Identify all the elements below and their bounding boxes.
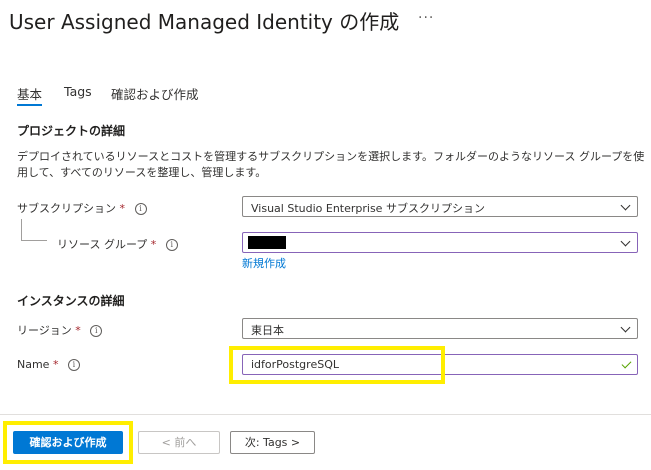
tree-connector-vertical bbox=[21, 219, 22, 240]
required-marker: * bbox=[119, 202, 126, 215]
checkmark-icon bbox=[621, 358, 632, 369]
resource-group-label: リソース グループ bbox=[57, 238, 148, 251]
project-description: デプロイされているリソースとコストを管理するサブスクリプションを選択します。フォ… bbox=[17, 150, 645, 179]
previous-button[interactable]: < 前へ bbox=[138, 431, 220, 454]
project-details-heading: プロジェクトの詳細 bbox=[17, 124, 126, 138]
required-marker: * bbox=[52, 358, 59, 371]
instance-details-heading: インスタンスの詳細 bbox=[17, 294, 125, 308]
active-tab-indicator bbox=[17, 104, 42, 106]
region-label-row: リージョン * i bbox=[17, 322, 103, 338]
redacted-value bbox=[248, 236, 286, 249]
chevron-down-icon bbox=[620, 236, 631, 247]
subscription-select[interactable]: Visual Studio Enterprise サブスクリプション bbox=[242, 196, 638, 217]
more-options-icon[interactable]: ··· bbox=[418, 10, 434, 26]
chevron-down-icon bbox=[620, 200, 631, 211]
highlight-box-review bbox=[3, 421, 133, 464]
region-label: リージョン bbox=[17, 324, 72, 337]
tab-basics[interactable]: 基本 bbox=[17, 84, 42, 103]
info-icon[interactable]: i bbox=[67, 359, 80, 371]
info-icon[interactable]: i bbox=[165, 239, 178, 251]
resource-group-label-row: リソース グループ * i bbox=[57, 236, 178, 252]
chevron-down-icon bbox=[620, 322, 631, 333]
footer-divider bbox=[0, 414, 651, 415]
tab-tags[interactable]: Tags bbox=[64, 84, 92, 99]
required-marker: * bbox=[150, 238, 157, 251]
region-value: 東日本 bbox=[251, 324, 284, 337]
tree-connector-horizontal bbox=[21, 240, 47, 241]
tab-review-create[interactable]: 確認および作成 bbox=[111, 84, 199, 103]
subscription-value: Visual Studio Enterprise サブスクリプション bbox=[251, 202, 485, 215]
name-label: Name bbox=[17, 358, 50, 371]
region-select[interactable]: 東日本 bbox=[242, 318, 638, 339]
info-icon[interactable]: i bbox=[90, 325, 103, 337]
create-new-resource-group-link[interactable]: 新規作成 bbox=[242, 255, 286, 271]
highlight-box-name bbox=[229, 346, 445, 384]
resource-group-select[interactable] bbox=[242, 232, 638, 253]
next-tags-button[interactable]: 次: Tags > bbox=[230, 431, 315, 454]
subscription-label: サブスクリプション bbox=[17, 202, 116, 215]
subscription-label-row: サブスクリプション * i bbox=[17, 200, 147, 216]
info-icon[interactable]: i bbox=[134, 203, 147, 215]
required-marker: * bbox=[75, 324, 81, 337]
page-title: User Assigned Managed Identity の作成 bbox=[9, 10, 400, 34]
name-label-row: Name * i bbox=[17, 358, 80, 371]
